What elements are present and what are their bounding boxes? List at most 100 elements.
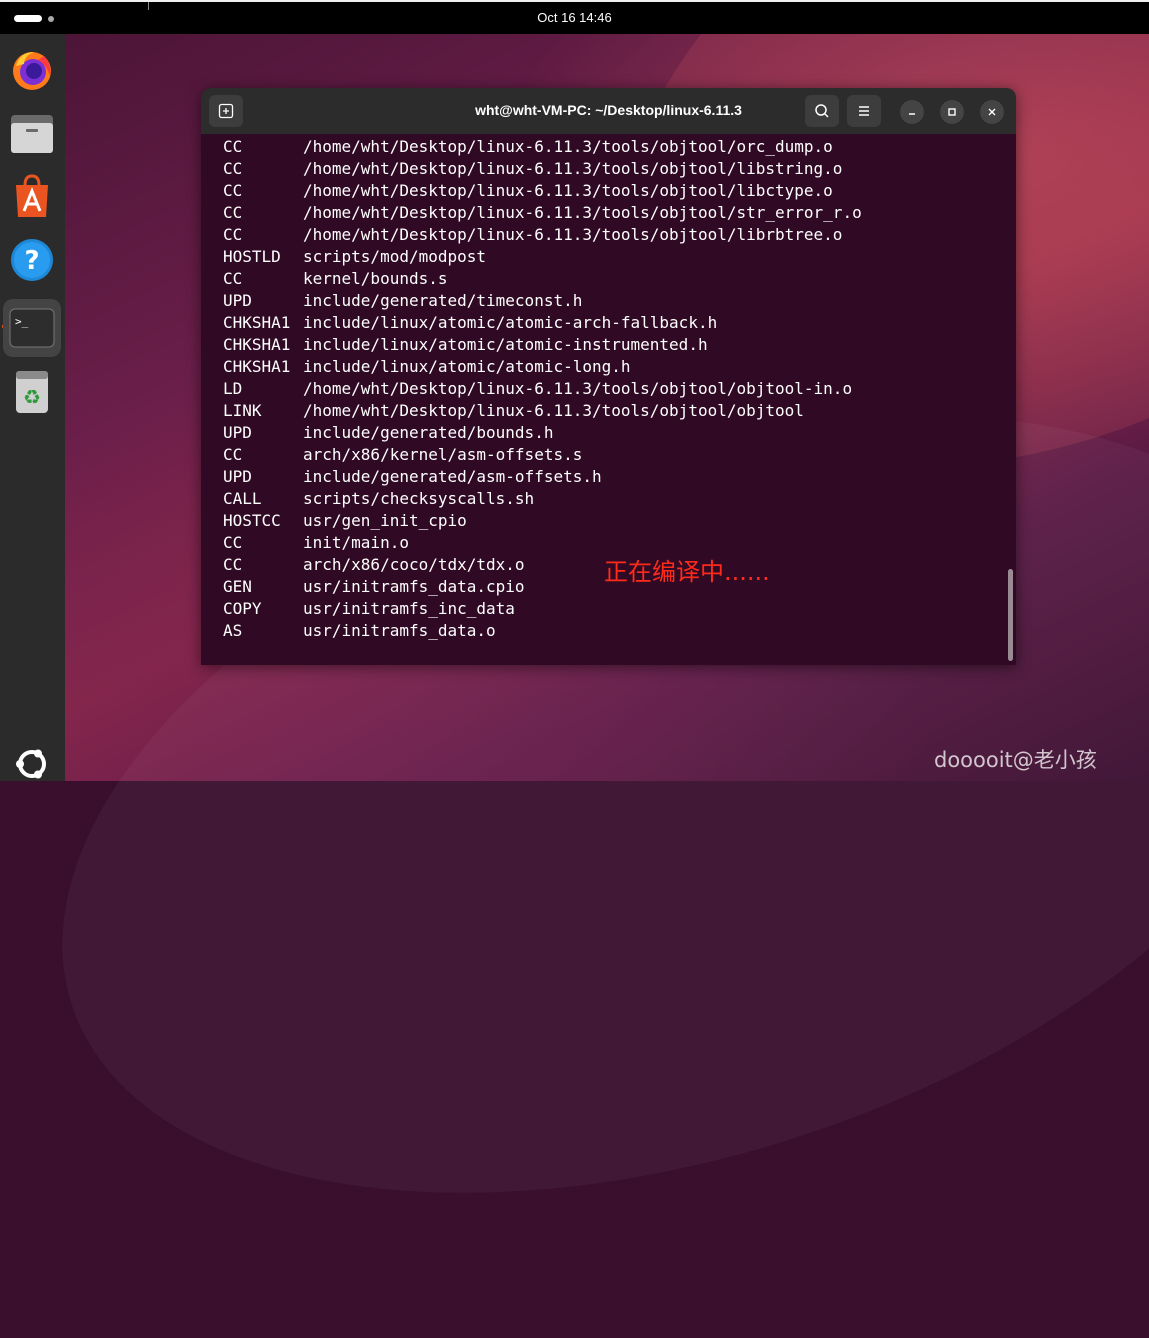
build-step: CC bbox=[223, 137, 243, 156]
build-target: include/linux/atomic/atomic-long.h bbox=[303, 357, 631, 376]
terminal-line: HOSTCC usr/gen_init_cpio bbox=[223, 510, 467, 532]
build-step: COPY bbox=[223, 599, 262, 618]
build-target: usr/initramfs_data.o bbox=[303, 621, 496, 640]
build-target: usr/initramfs_inc_data bbox=[303, 599, 515, 618]
terminal-line: LD/home/wht/Desktop/linux-6.11.3/tools/o… bbox=[223, 378, 852, 400]
terminal-line: UPD include/generated/asm-offsets.h bbox=[223, 466, 602, 488]
terminal-icon: >_ bbox=[9, 308, 55, 348]
build-target: scripts/mod/modpost bbox=[303, 247, 487, 266]
terminal-line: CHKSHA1 include/linux/atomic/atomic-instr… bbox=[223, 334, 708, 356]
build-step: GEN bbox=[223, 577, 252, 596]
build-step: CC bbox=[223, 533, 243, 552]
firefox-icon bbox=[13, 52, 51, 90]
dock-item-firefox[interactable] bbox=[8, 46, 56, 94]
menu-button[interactable] bbox=[847, 95, 881, 127]
close-button[interactable] bbox=[980, 100, 1004, 124]
dock-item-terminal[interactable]: >_ bbox=[3, 299, 61, 357]
dock-item-app-center[interactable] bbox=[8, 172, 56, 220]
search-button[interactable] bbox=[805, 95, 839, 127]
build-target: usr/initramfs_data.cpio bbox=[303, 577, 525, 596]
terminal-line: CC/home/wht/Desktop/linux-6.11.3/tools/o… bbox=[223, 224, 842, 246]
maximize-icon bbox=[948, 108, 956, 116]
app-center-icon bbox=[16, 174, 48, 217]
terminal-line: CHKSHA1 include/linux/atomic/atomic-arch-… bbox=[223, 312, 717, 334]
build-step: CHKSHA1 bbox=[223, 357, 291, 376]
close-icon bbox=[988, 108, 996, 116]
build-step: HOSTCC bbox=[223, 511, 281, 530]
scrollbar[interactable] bbox=[1008, 569, 1013, 661]
trash-icon: ♻ bbox=[16, 371, 48, 413]
build-target: include/generated/timeconst.h bbox=[303, 291, 583, 310]
build-step: CC bbox=[223, 159, 243, 178]
terminal-line: AS usr/initramfs_data.o bbox=[223, 620, 496, 642]
hamburger-menu-icon bbox=[859, 106, 869, 116]
build-step: UPD bbox=[223, 467, 252, 486]
build-step: CC bbox=[223, 225, 243, 244]
terminal-line: CC/home/wht/Desktop/linux-6.11.3/tools/o… bbox=[223, 180, 833, 202]
svg-text:?: ? bbox=[24, 246, 39, 276]
terminal-line: UPD include/generated/timeconst.h bbox=[223, 290, 582, 312]
divider bbox=[148, 2, 149, 10]
terminal-line: LINK/home/wht/Desktop/linux-6.11.3/tools… bbox=[223, 400, 804, 422]
build-step: UPD bbox=[223, 423, 252, 442]
top-bar: Oct 16 14:46 bbox=[0, 0, 1149, 34]
build-target: arch/x86/coco/tdx/tdx.o bbox=[303, 555, 525, 574]
build-target: usr/gen_init_cpio bbox=[303, 511, 467, 530]
terminal-titlebar[interactable]: wht@wht-VM-PC: ~/Desktop/linux-6.11.3 bbox=[201, 88, 1016, 134]
terminal-line: CC/home/wht/Desktop/linux-6.11.3/tools/o… bbox=[223, 158, 842, 180]
ubuntu-logo-icon bbox=[16, 749, 46, 779]
build-target: include/generated/bounds.h bbox=[303, 423, 554, 442]
dock: ? >_ ♻ bbox=[0, 34, 65, 781]
terminal-line: CC kernel/bounds.s bbox=[223, 268, 448, 290]
dock-item-trash[interactable]: ♻ bbox=[8, 368, 56, 416]
build-step: LD bbox=[223, 379, 243, 398]
build-target: /home/wht/Desktop/linux-6.11.3/tools/obj… bbox=[303, 379, 853, 398]
build-step: CC bbox=[223, 181, 243, 200]
build-target: scripts/checksyscalls.sh bbox=[303, 489, 535, 508]
terminal-line: CC/home/wht/Desktop/linux-6.11.3/tools/o… bbox=[223, 202, 862, 224]
minimize-button[interactable] bbox=[900, 100, 924, 124]
build-target: include/generated/asm-offsets.h bbox=[303, 467, 602, 486]
svg-text:>_: >_ bbox=[15, 315, 29, 328]
help-icon: ? bbox=[11, 239, 53, 281]
build-target: /home/wht/Desktop/linux-6.11.3/tools/obj… bbox=[303, 181, 833, 200]
terminal-line: CHKSHA1 include/linux/atomic/atomic-long.… bbox=[223, 356, 631, 378]
build-step: CHKSHA1 bbox=[223, 335, 291, 354]
build-target: include/linux/atomic/atomic-instrumented… bbox=[303, 335, 708, 354]
files-icon bbox=[11, 115, 53, 153]
maximize-button[interactable] bbox=[940, 100, 964, 124]
terminal-line: GEN usr/initramfs_data.cpio bbox=[223, 576, 525, 598]
annotation-text: 正在编译中...... bbox=[604, 558, 770, 586]
build-target: arch/x86/kernel/asm-offsets.s bbox=[303, 445, 583, 464]
minimize-icon bbox=[909, 113, 915, 115]
search-icon bbox=[815, 104, 829, 118]
build-target: /home/wht/Desktop/linux-6.11.3/tools/obj… bbox=[303, 137, 833, 156]
build-step: AS bbox=[223, 621, 243, 640]
build-step: CC bbox=[223, 269, 243, 288]
terminal-line: CC arch/x86/coco/tdx/tdx.o bbox=[223, 554, 525, 576]
terminal-line: CC init/main.o bbox=[223, 532, 409, 554]
build-target: /home/wht/Desktop/linux-6.11.3/tools/obj… bbox=[303, 225, 843, 244]
clock[interactable]: Oct 16 14:46 bbox=[0, 10, 1149, 25]
terminal-line: CC/home/wht/Desktop/linux-6.11.3/tools/o… bbox=[223, 136, 833, 158]
dock-item-help[interactable]: ? bbox=[8, 236, 56, 284]
svg-text:♻: ♻ bbox=[23, 385, 41, 409]
dock-item-files[interactable] bbox=[8, 110, 56, 158]
build-target: kernel/bounds.s bbox=[303, 269, 448, 288]
build-step: CHKSHA1 bbox=[223, 313, 291, 332]
build-step: CC bbox=[223, 445, 243, 464]
window-title: wht@wht-VM-PC: ~/Desktop/linux-6.11.3 bbox=[475, 102, 742, 118]
build-target: include/linux/atomic/atomic-arch-fallbac… bbox=[303, 313, 718, 332]
build-target: /home/wht/Desktop/linux-6.11.3/tools/obj… bbox=[303, 159, 843, 178]
build-step: CC bbox=[223, 203, 243, 222]
build-step: CALL bbox=[223, 489, 262, 508]
terminal-line: CALL scripts/checksyscalls.sh bbox=[223, 488, 534, 510]
watermark: dooooit@老小孩 bbox=[934, 748, 1097, 772]
terminal-line: HOSTLD scripts/mod/modpost bbox=[223, 246, 486, 268]
build-step: UPD bbox=[223, 291, 252, 310]
terminal-line: UPD include/generated/bounds.h bbox=[223, 422, 553, 444]
build-target: /home/wht/Desktop/linux-6.11.3/tools/obj… bbox=[303, 401, 804, 420]
build-target: /home/wht/Desktop/linux-6.11.3/tools/obj… bbox=[303, 203, 862, 222]
build-step: LINK bbox=[223, 401, 262, 420]
build-step: CC bbox=[223, 555, 243, 574]
